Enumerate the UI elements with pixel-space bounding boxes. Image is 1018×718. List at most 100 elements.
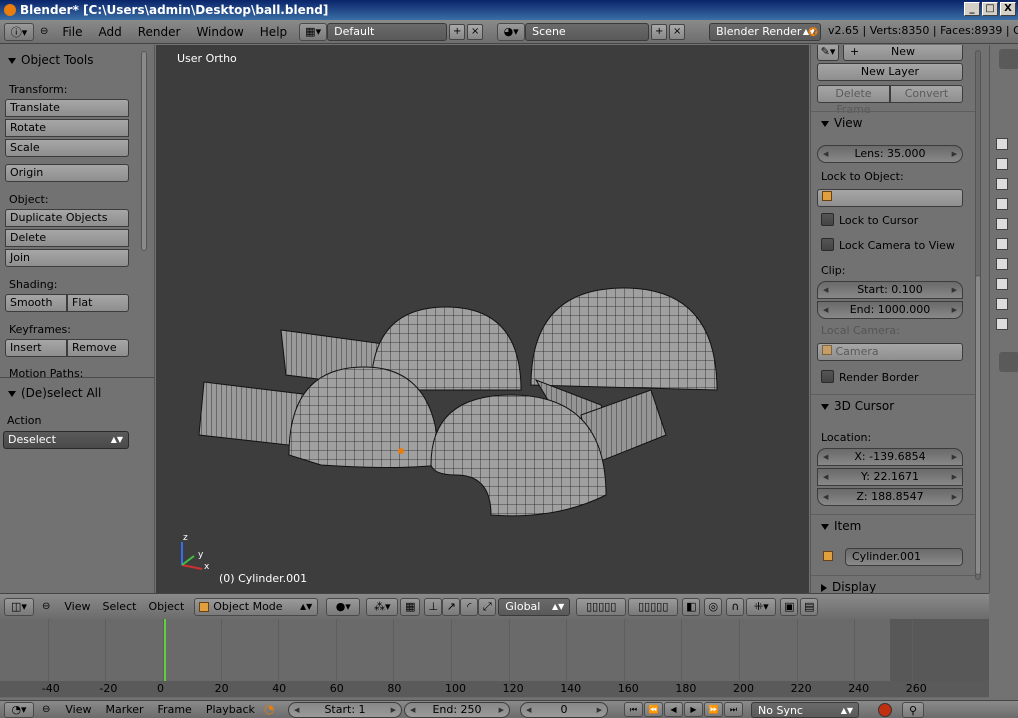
3d-viewport[interactable]: User Ortho z y x (0) Cylinder.001: [156, 45, 809, 593]
sync-mode-dropdown[interactable]: No Sync ▲▼: [751, 702, 859, 718]
dome-back-right[interactable]: [530, 287, 718, 391]
rotate-manipulator-icon[interactable]: ◜: [460, 597, 479, 616]
menu-frame[interactable]: Frame: [151, 703, 199, 716]
rotate-button[interactable]: Rotate: [5, 119, 129, 137]
clip-end-field[interactable]: ◀ End: 1000.000 ▶: [817, 301, 963, 319]
camera-restrict-icon[interactable]: [996, 238, 1008, 250]
scene-field[interactable]: Scene: [525, 22, 650, 41]
lock-camera-checkbox[interactable]: [821, 238, 834, 251]
operator-panel-header[interactable]: (De)select All: [0, 382, 109, 404]
editor-type-button[interactable]: [999, 49, 1018, 69]
manipulator-toggle-icon[interactable]: ⊥: [424, 597, 443, 616]
3d-cursor-panel-header[interactable]: 3D Cursor: [811, 394, 976, 416]
preview-range-icon[interactable]: ◔: [264, 702, 274, 716]
menu-marker[interactable]: Marker: [99, 703, 151, 716]
maximize-button[interactable]: □: [982, 2, 998, 16]
cursor-y-field[interactable]: ◀ Y: 22.1671 ▶: [817, 468, 963, 486]
end-frame-field[interactable]: ◀ End: 250 ▶: [404, 702, 510, 718]
delete-button[interactable]: Delete: [5, 229, 129, 247]
layers-grid-1[interactable]: ▯▯▯▯▯: [576, 597, 627, 616]
play-icon[interactable]: ▶: [684, 702, 703, 717]
grease-pencil-icon[interactable]: ✎▾: [817, 45, 839, 61]
remove-layout-icon[interactable]: ×: [467, 23, 484, 40]
median-point-icon[interactable]: ▦: [400, 597, 421, 616]
remove-keyframe-button[interactable]: Remove: [67, 339, 129, 357]
menu-timeline-view[interactable]: View: [58, 703, 98, 716]
flat-button[interactable]: Flat: [67, 294, 129, 312]
lock-to-cursor-checkbox[interactable]: [821, 213, 834, 226]
item-panel-header[interactable]: Item: [811, 514, 976, 536]
close-button[interactable]: X: [1000, 2, 1016, 16]
cursor-z-field[interactable]: ◀ Z: 188.8547 ▶: [817, 488, 963, 506]
lock-object-field[interactable]: [817, 189, 963, 207]
current-frame-line[interactable]: [164, 619, 166, 681]
camera-restrict-icon[interactable]: [996, 178, 1008, 190]
lens-field[interactable]: ◀ Lens: 35.000 ▶: [817, 145, 963, 163]
camera-restrict-icon[interactable]: [996, 298, 1008, 310]
camera-restrict-icon[interactable]: [996, 158, 1008, 170]
snap-element-dropdown[interactable]: ⁜▾: [746, 597, 777, 616]
pivot-point-dropdown[interactable]: ⁂▾: [366, 597, 399, 616]
menu-window[interactable]: Window: [188, 25, 251, 39]
jump-start-icon[interactable]: ⏮: [624, 702, 643, 717]
render-border-checkbox[interactable]: [821, 370, 834, 383]
menu-render[interactable]: Render: [130, 25, 189, 39]
jump-keyframe-back-icon[interactable]: ⏪: [644, 702, 663, 717]
delete-frame-button[interactable]: Delete Frame: [817, 85, 890, 116]
current-frame-field[interactable]: ◀ 0 ▶: [520, 702, 608, 718]
menu-help[interactable]: Help: [252, 25, 295, 39]
timeline-ruler[interactable]: -40 -20 0 20 40 60 80 100 120 140 160 180 200 220 240 2…: [0, 681, 989, 697]
transform-orientation-dropdown[interactable]: Global ▲▼: [498, 597, 571, 616]
properties-scrollbar[interactable]: [975, 275, 981, 575]
scale-button[interactable]: Scale: [5, 139, 129, 157]
editor-type-info-button[interactable]: ⓘ▾: [4, 22, 34, 41]
clip-start-field[interactable]: ◀ Start: 0.100 ▶: [817, 281, 963, 299]
editor-type-timeline-button[interactable]: ◔▾: [4, 701, 34, 718]
jump-end-icon[interactable]: ⏭: [724, 702, 743, 717]
properties-editor-button[interactable]: [999, 352, 1018, 372]
menu-file[interactable]: File: [54, 25, 90, 39]
local-camera-field[interactable]: Camera: [817, 343, 963, 361]
render-image-icon[interactable]: ▣: [780, 597, 799, 616]
render-engine-dropdown[interactable]: Blender Render ▲▼: [709, 22, 822, 41]
toolshelf-scrollbar[interactable]: [141, 51, 147, 251]
camera-restrict-icon[interactable]: [996, 218, 1008, 230]
smooth-button[interactable]: Smooth: [5, 294, 67, 312]
item-name-field[interactable]: Cylinder.001: [845, 548, 963, 566]
view-panel-header[interactable]: View: [811, 111, 976, 133]
add-layout-icon[interactable]: +: [449, 23, 466, 40]
remove-scene-icon[interactable]: ×: [669, 23, 686, 40]
timeline-region[interactable]: -40 -20 0 20 40 60 80 100 120 140 160 180 200 220 240 2…: [0, 619, 989, 698]
cursor-x-field[interactable]: ◀ X: -139.6854 ▶: [817, 448, 963, 466]
translate-button[interactable]: Translate: [5, 99, 129, 117]
menu-view[interactable]: View: [58, 600, 96, 613]
play-reverse-icon[interactable]: ◀: [664, 702, 683, 717]
layers-grid-2[interactable]: ▯▯▯▯▯: [628, 597, 679, 616]
camera-restrict-icon[interactable]: [996, 258, 1008, 270]
new-button[interactable]: + New: [843, 45, 963, 61]
snap-icon[interactable]: ∩: [726, 597, 745, 616]
editor-type-3d-button[interactable]: ◫▾: [4, 597, 34, 616]
viewport-shading-dropdown[interactable]: ●▾: [326, 597, 361, 616]
menu-add[interactable]: Add: [90, 25, 129, 39]
screen-layout-field[interactable]: Default: [327, 22, 448, 41]
collapse-menu-icon[interactable]: ⊖: [42, 704, 50, 715]
screen-layout-icon[interactable]: ▦▾: [299, 22, 328, 41]
scale-manipulator-icon[interactable]: ⤢: [478, 597, 497, 616]
scene-icon[interactable]: ◕▾: [497, 22, 526, 41]
duplicate-objects-button[interactable]: Duplicate Objects: [5, 209, 129, 227]
insert-keyframe-button[interactable]: Insert: [5, 339, 67, 357]
minimize-button[interactable]: _: [964, 2, 980, 16]
proportional-edit-icon[interactable]: ◎: [704, 597, 723, 616]
origin-button[interactable]: Origin: [5, 164, 129, 182]
object-tools-panel-header[interactable]: Object Tools: [0, 49, 101, 71]
menu-object[interactable]: Object: [142, 600, 190, 613]
menu-playback[interactable]: Playback: [199, 703, 262, 716]
new-layer-button[interactable]: New Layer: [817, 63, 963, 81]
camera-restrict-icon[interactable]: [996, 278, 1008, 290]
collapse-menu-icon[interactable]: ⊖: [40, 26, 48, 37]
lock-layers-icon[interactable]: ◧: [682, 597, 701, 616]
jump-keyframe-forward-icon[interactable]: ⏩: [704, 702, 723, 717]
render-animation-icon[interactable]: ▤: [800, 597, 819, 616]
menu-select[interactable]: Select: [97, 600, 143, 613]
